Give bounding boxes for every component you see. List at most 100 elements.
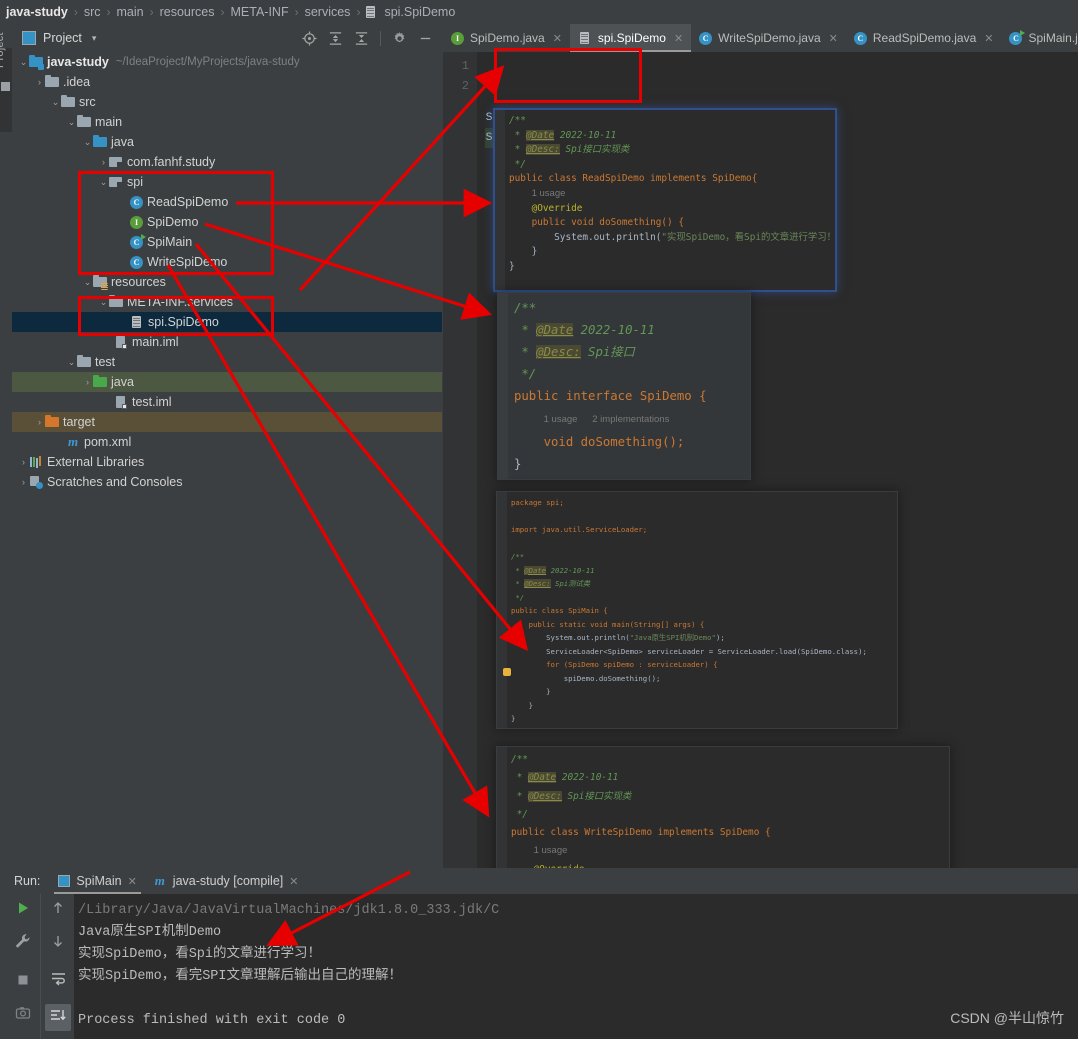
println-string: "Java原生SPI机制Demo" [629, 633, 716, 642]
tree-label: com.fanhf.study [127, 155, 216, 169]
chevron-right-icon[interactable]: › [34, 77, 45, 87]
tree-row-resources[interactable]: ⌄ resources [12, 272, 442, 292]
tree-row-target[interactable]: › target [12, 412, 442, 432]
breadcrumb-item-services[interactable]: services [303, 5, 353, 19]
folder-icon [77, 115, 91, 129]
run-tab-java-study-compile[interactable]: m java-study [compile] ✕ [145, 868, 307, 894]
service-loader-line: ServiceLoader<SpiDemo> serviceLoader = S… [546, 646, 867, 656]
snippet-spidemo: /** * @Date 2022-10-11 * @Desc: Spi接口 */… [498, 293, 750, 479]
tree-label: test.iml [132, 395, 172, 409]
tree-row-src[interactable]: ⌄ src [12, 92, 442, 112]
chevron-right-icon[interactable]: › [98, 157, 109, 167]
tab-readspidemo-java[interactable]: C ReadSpiDemo.java ✕ [846, 24, 1002, 52]
close-icon[interactable]: ✕ [128, 875, 137, 888]
file-icon [364, 5, 378, 19]
up-arrow-icon[interactable] [50, 900, 66, 919]
import-declaration: import java.util.ServiceLoader; [511, 525, 648, 534]
chevron-right-icon[interactable]: › [34, 417, 45, 427]
module-folder-icon [29, 55, 44, 70]
tab-writespidemo-java[interactable]: C WriteSpiDemo.java ✕ [691, 24, 846, 52]
snippet-spimain: package spi; import java.util.ServiceLoa… [497, 492, 897, 728]
javadoc-desc-tag: @Desc: [524, 579, 551, 588]
chevron-down-icon[interactable]: ⌄ [66, 357, 77, 368]
scroll-to-end-icon[interactable] [45, 1004, 71, 1031]
tree-row-com-fanhf-study[interactable]: › com.fanhf.study [12, 152, 442, 172]
javadoc-desc-value: Spi接口 [588, 345, 635, 359]
main-declaration: public static void main(String[] args) { [528, 619, 705, 629]
annotation-box-spi-package [78, 171, 274, 275]
tree-label: java-study [47, 55, 109, 69]
intention-bulb-icon[interactable] [503, 668, 511, 676]
chevron-right-icon[interactable]: › [82, 377, 93, 387]
breadcrumb-item-spi-spidemo[interactable]: spi.SpiDemo [382, 5, 457, 19]
chevron-down-icon[interactable]: ⌄ [82, 277, 93, 288]
usage-hint: 1 usage [531, 187, 566, 199]
tree-row-pom-xml[interactable]: m pom.xml [12, 432, 442, 452]
tree-row-test-java[interactable]: › java [12, 372, 442, 392]
soft-wrap-icon[interactable] [50, 970, 67, 990]
run-tab-spimain[interactable]: SpiMain ✕ [50, 868, 144, 894]
javadoc-desc-value: Spi接口实现类 [567, 790, 632, 802]
tree-row-test-iml[interactable]: test.iml [12, 392, 442, 412]
close-icon[interactable]: ✕ [289, 875, 298, 888]
chevron-right-icon[interactable]: › [18, 477, 29, 487]
chevron-down-icon[interactable]: ▾ [92, 33, 97, 44]
chevron-down-icon[interactable]: ⌄ [66, 117, 77, 128]
javadoc-date-tag: @Date [527, 772, 557, 784]
println-call: System.out.println( [554, 231, 662, 243]
stop-icon[interactable] [15, 972, 31, 991]
tree-label: java [111, 135, 134, 149]
breadcrumb-item-resources[interactable]: resources [158, 5, 217, 19]
wrench-icon[interactable] [15, 933, 31, 952]
breadcrumb-item-src[interactable]: src [82, 5, 103, 19]
breadcrumb-item-main[interactable]: main [115, 5, 146, 19]
breadcrumb-item-java-study[interactable]: java-study [4, 5, 70, 19]
gear-icon[interactable] [392, 31, 407, 46]
scratches-icon [29, 475, 43, 489]
chevron-down-icon[interactable]: ⌄ [18, 57, 29, 68]
tree-row-main[interactable]: ⌄ main [12, 112, 442, 132]
javadoc-desc-tag: @Desc: [525, 144, 560, 156]
tab-spimain-java[interactable]: C SpiMain.java [1001, 24, 1078, 52]
close-icon[interactable]: ✕ [553, 32, 562, 45]
tree-row-test[interactable]: ⌄ test [12, 352, 442, 372]
snippet-code: /** * @Date 2022-10-11 * @Desc: Spi接口 */… [514, 301, 707, 471]
chevron-down-icon[interactable]: ⌄ [82, 137, 93, 148]
close-icon[interactable]: ✕ [674, 32, 683, 45]
expand-all-icon[interactable] [328, 31, 343, 46]
folder-icon [61, 95, 75, 109]
minimize-icon[interactable] [418, 31, 433, 46]
tree-row-external-libraries[interactable]: › External Libraries [12, 452, 442, 472]
stripe-button-project[interactable]: Project [0, 24, 6, 68]
tree-row-idea[interactable]: › .idea [12, 72, 442, 92]
console-output[interactable]: /Library/Java/JavaVirtualMachines/jdk1.8… [74, 894, 1078, 1039]
tree-row-scratches[interactable]: › Scratches and Consoles [12, 472, 442, 492]
stripe-structure-icon[interactable] [1, 82, 10, 91]
tree-row-java-study[interactable]: ⌄ java-study ~/IdeaProject/MyProjects/ja… [12, 52, 442, 72]
tab-label: SpiMain.java [1028, 31, 1078, 45]
snippet-code: package spi; import java.util.ServiceLoa… [511, 498, 867, 723]
close-icon[interactable]: ✕ [829, 32, 838, 45]
annotation-box-editor-content [494, 48, 642, 103]
run-label: Run: [14, 874, 41, 888]
chevron-down-icon[interactable]: ⌄ [50, 97, 61, 108]
javadoc-desc-tag: @Desc: [536, 345, 581, 359]
collapse-all-icon[interactable] [354, 31, 369, 46]
javadoc-desc-value: Spi接口实现类 [565, 144, 630, 156]
camera-icon[interactable] [15, 1005, 31, 1024]
javadoc-date-tag: @Date [524, 565, 547, 575]
class-icon: C [853, 31, 867, 45]
run-icon[interactable] [15, 900, 31, 919]
close-icon[interactable]: ✕ [984, 32, 993, 45]
folder-icon [45, 75, 59, 89]
maven-icon: m [154, 873, 165, 888]
breadcrumb-item-meta-inf[interactable]: META-INF [229, 5, 291, 19]
console-line: 实现SpiDemo，看完SPI文章理解后输出自己的理解！ [78, 969, 403, 984]
interface-icon: I [451, 31, 464, 45]
chevron-right-icon[interactable]: › [18, 457, 29, 467]
tree-row-java[interactable]: ⌄ java [12, 132, 442, 152]
file-icon [578, 31, 592, 45]
down-arrow-icon[interactable] [50, 933, 66, 952]
locate-icon[interactable] [302, 30, 317, 46]
